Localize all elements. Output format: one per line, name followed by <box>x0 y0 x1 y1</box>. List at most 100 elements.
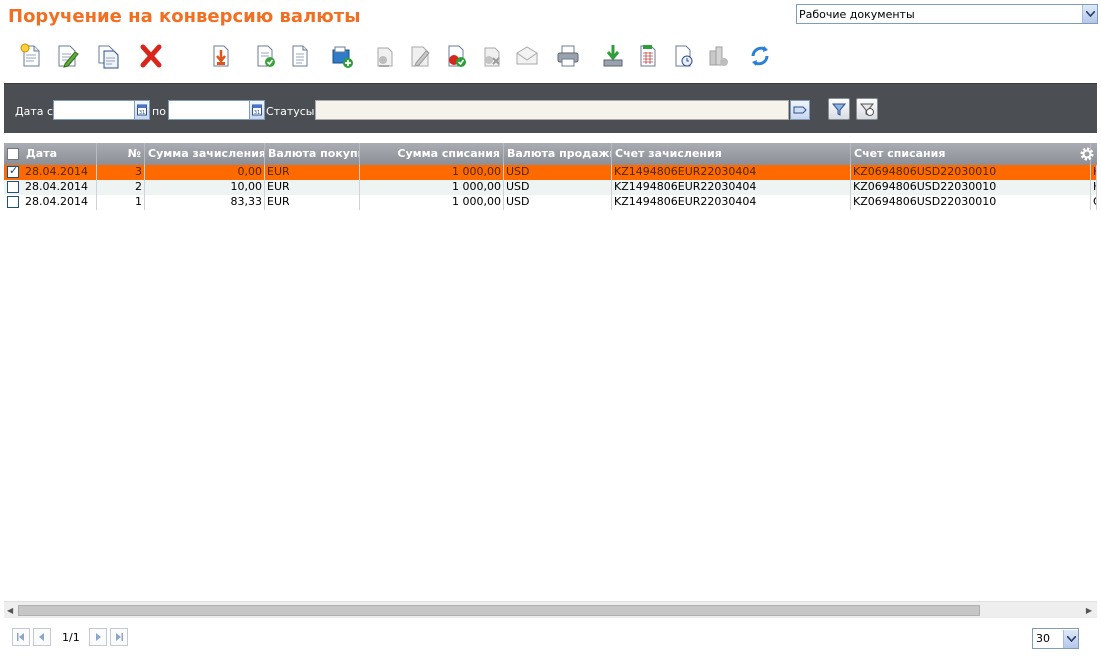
chevron-down-icon[interactable] <box>1082 5 1097 23</box>
cell-credit-amount: 10,00 <box>145 180 265 195</box>
cell-debit-amount: 1 000,00 <box>360 195 504 210</box>
calendar-icon[interactable]: 31 <box>134 100 150 120</box>
request-status-icon[interactable] <box>703 40 733 72</box>
status-label: Статусы <box>266 105 315 118</box>
toolbar <box>0 40 800 74</box>
scroll-right-icon[interactable]: ▶ <box>1086 606 1092 615</box>
cell-buy-currency: EUR <box>265 180 360 195</box>
cell-debit-amount: 1 000,00 <box>360 165 504 180</box>
refresh-icon[interactable] <box>745 40 775 72</box>
view-document-icon[interactable] <box>285 40 315 72</box>
column-header-number[interactable]: № <box>97 143 145 165</box>
prev-page-button[interactable] <box>33 628 51 646</box>
date-from-input[interactable] <box>53 100 135 120</box>
column-header-sell-currency[interactable]: Валюта продажи <box>504 143 612 165</box>
row-checkbox[interactable] <box>7 196 19 208</box>
column-header-debit-amount[interactable]: Сумма списания <box>360 143 504 165</box>
envelope-icon[interactable] <box>512 40 542 72</box>
add-to-package-icon[interactable] <box>327 40 357 72</box>
cell-date: 28.04.2014 <box>23 195 97 210</box>
cell-credit-amount: 0,00 <box>145 165 265 180</box>
cell-extra: Н <box>1091 165 1097 180</box>
date-from-label: Дата с <box>15 105 54 118</box>
filter-icon <box>831 103 847 116</box>
horizontal-scrollbar[interactable]: ◀ ▶ <box>4 601 1097 618</box>
pagination: 1/1 <box>12 628 312 648</box>
send-document-icon[interactable] <box>441 40 471 72</box>
cell-buy-currency: EUR <box>265 165 360 180</box>
cell-extra: Н <box>1091 180 1097 195</box>
excel-report-icon[interactable] <box>633 40 663 72</box>
chevron-down-icon[interactable] <box>1063 629 1078 648</box>
cell-debit-account: KZ0694806USD22030010 <box>851 165 1091 180</box>
table-header: Дата № Сумма зачисления Валюта покупк Су… <box>4 143 1097 165</box>
cancel-sign-icon[interactable] <box>476 40 506 72</box>
cell-sell-currency: USD <box>504 165 612 180</box>
cell-sell-currency: USD <box>504 195 612 210</box>
page-title: Поручение на конверсию валюты <box>8 6 361 27</box>
cell-credit-amount: 83,33 <box>145 195 265 210</box>
import-icon[interactable] <box>206 40 236 72</box>
cell-num: 3 <box>97 165 145 180</box>
calendar-icon-text: 31 <box>139 110 145 116</box>
column-header-debit-account[interactable]: Счет списания <box>851 143 1091 165</box>
select-all-checkbox[interactable] <box>7 148 19 160</box>
row-checkbox[interactable] <box>7 164 19 178</box>
scrollbar-thumb[interactable] <box>18 605 980 616</box>
edit-document-icon[interactable] <box>52 40 82 72</box>
status-picker-icon[interactable] <box>790 100 810 120</box>
table-row[interactable]: 28.04.201430,00EUR1 000,00USDKZ1494806EU… <box>4 164 1097 180</box>
column-header-date[interactable]: Дата <box>23 143 97 165</box>
cell-debit-amount: 1 000,00 <box>360 180 504 195</box>
table-row[interactable]: 28.04.2014 2 10,00 EUR 1 000,00 USD KZ1494806E… <box>4 180 1097 195</box>
column-header-credit-amount[interactable]: Сумма зачисления <box>145 143 265 165</box>
document-history-icon[interactable] <box>668 40 698 72</box>
cell-num: 2 <box>97 180 145 195</box>
view-selector-value: Рабочие документы <box>799 7 915 21</box>
date-to-label: по <box>152 105 166 118</box>
app-window: Поручение на конверсию валюты Рабочие до… <box>0 0 1101 668</box>
filter-bar: Дата с 31 по 31 Статусы <box>4 83 1097 133</box>
page-size-select[interactable]: 30 <box>1032 628 1079 649</box>
cell-credit-account: KZ1494806EUR22030404 <box>612 195 851 210</box>
apply-filter-button[interactable] <box>828 98 850 120</box>
delete-icon[interactable] <box>136 40 166 72</box>
page-size-value: 30 <box>1036 632 1050 645</box>
export-icon[interactable] <box>598 40 628 72</box>
new-document-icon[interactable] <box>16 40 46 72</box>
column-header-buy-currency[interactable]: Валюта покупк <box>265 143 360 165</box>
scroll-left-icon[interactable]: ◀ <box>7 606 13 615</box>
settings-gear-icon[interactable] <box>1078 145 1096 163</box>
cell-extra: О <box>1091 195 1097 210</box>
status-input[interactable] <box>315 100 789 120</box>
sign-pen-icon[interactable] <box>405 40 435 72</box>
row-checkbox[interactable] <box>7 181 19 193</box>
view-selector-dropdown[interactable]: Рабочие документы <box>796 4 1098 24</box>
cell-buy-currency: EUR <box>265 195 360 210</box>
calendar-icon[interactable]: 31 <box>249 100 265 120</box>
reset-filter-button[interactable] <box>856 98 878 120</box>
check-document-icon[interactable] <box>369 40 399 72</box>
table-row[interactable]: 28.04.2014 1 83,33 EUR 1 000,00 USD KZ1494806E… <box>4 195 1097 210</box>
cell-num: 1 <box>97 195 145 210</box>
page-info: 1/1 <box>62 631 80 644</box>
column-header-credit-account[interactable]: Счет зачисления <box>612 143 851 165</box>
cell-debit-account: KZ0694806USD22030010 <box>851 180 1091 195</box>
cell-credit-account: KZ1494806EUR22030404 <box>612 180 851 195</box>
documents-table: Дата № Сумма зачисления Валюта покупк Су… <box>4 143 1097 210</box>
cell-sell-currency: USD <box>504 180 612 195</box>
cell-debit-account: KZ0694806USD22030010 <box>851 195 1091 210</box>
next-page-button[interactable] <box>89 628 107 646</box>
table-body: 28.04.201430,00EUR1 000,00USDKZ1494806EU… <box>4 164 1097 210</box>
first-page-button[interactable] <box>12 628 30 646</box>
filter-reset-icon <box>859 103 875 116</box>
print-icon[interactable] <box>553 40 583 72</box>
cell-date: 28.04.2014 <box>23 180 97 195</box>
date-to-input[interactable] <box>168 100 250 120</box>
cell-credit-account: KZ1494806EUR22030404 <box>612 165 851 180</box>
sign-document-icon[interactable] <box>250 40 280 72</box>
copy-document-icon[interactable] <box>93 40 123 72</box>
cell-date: 28.04.2014 <box>23 165 97 180</box>
last-page-button[interactable] <box>110 628 128 646</box>
calendar-icon-text: 31 <box>254 110 260 116</box>
